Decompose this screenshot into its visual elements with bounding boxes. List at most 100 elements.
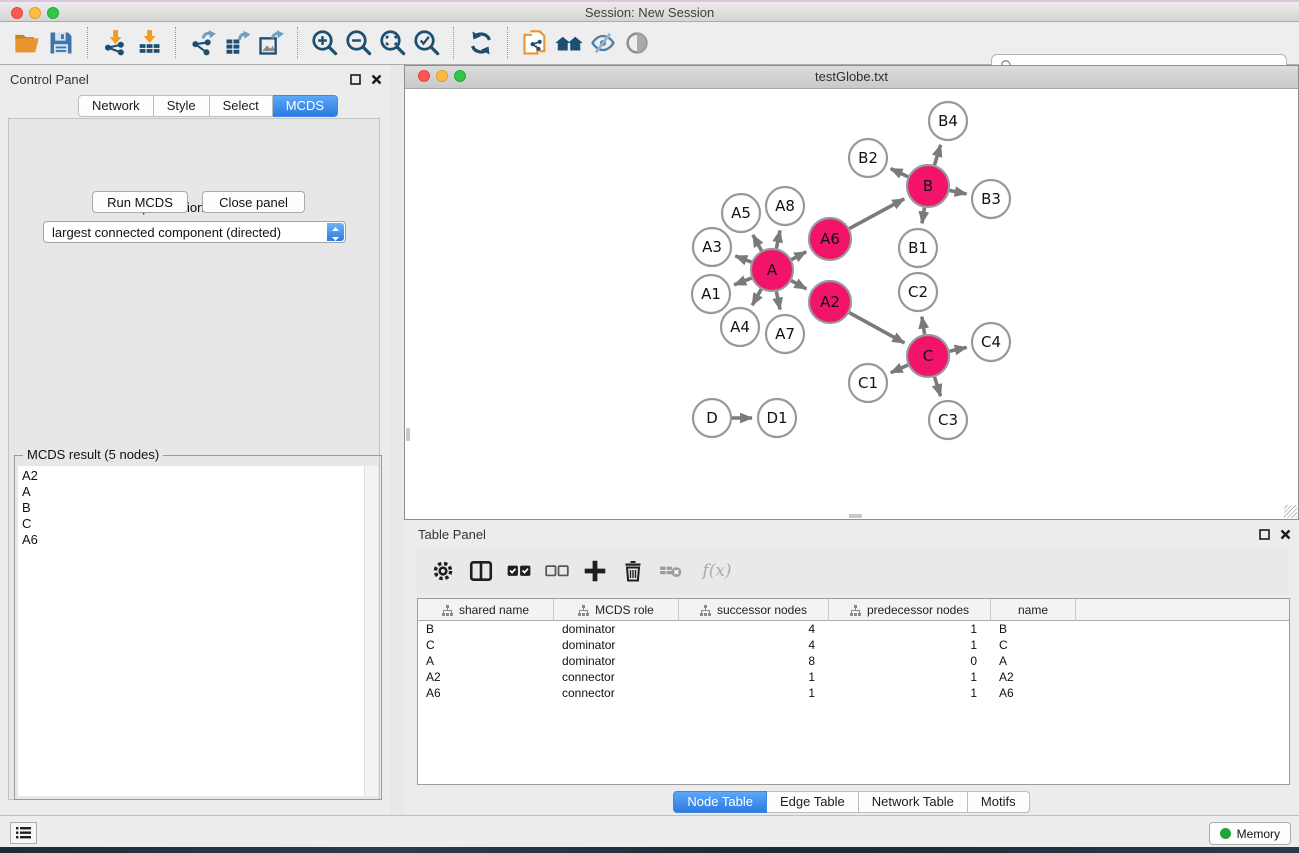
table-cell[interactable]: dominator — [554, 621, 679, 637]
node-A4[interactable]: A4 — [721, 308, 759, 346]
node-C4[interactable]: C4 — [972, 323, 1010, 361]
zoom-fit-icon[interactable] — [376, 26, 410, 60]
column-header-predecessor-nodes[interactable]: predecessor nodes — [829, 599, 991, 621]
table-cell[interactable]: A2 — [991, 669, 1076, 685]
hide-panel-icon[interactable] — [586, 26, 620, 60]
network-graph[interactable]: AA1A2A3A4A5A6A7A8BB1B2B3B4CC1C2C3C4DD1 — [405, 88, 1298, 519]
table-cell[interactable]: 8 — [679, 653, 829, 669]
table-cell[interactable]: 4 — [679, 637, 829, 653]
table-cell[interactable]: A6 — [418, 685, 554, 701]
result-item[interactable]: A — [22, 484, 365, 500]
table-cell[interactable]: 4 — [679, 621, 829, 637]
column-header-name[interactable]: name — [991, 599, 1076, 621]
open-file-icon[interactable] — [10, 26, 44, 60]
home-icon[interactable] — [552, 26, 586, 60]
show-panel-icon[interactable] — [620, 26, 654, 60]
criterion-dropdown[interactable]: largest connected component (directed) — [43, 221, 346, 243]
table-row[interactable]: Adominator80A — [418, 653, 1289, 669]
function-builder-icon[interactable]: f(x) — [693, 555, 741, 587]
table-cell[interactable]: C — [991, 637, 1076, 653]
node-C3[interactable]: C3 — [929, 401, 967, 439]
node-B2[interactable]: B2 — [849, 139, 887, 177]
node-A6[interactable]: A6 — [809, 218, 851, 260]
table-cell[interactable]: B — [418, 621, 554, 637]
table-cell[interactable]: dominator — [554, 637, 679, 653]
node-C[interactable]: C — [907, 335, 949, 377]
node-A5[interactable]: A5 — [722, 194, 760, 232]
table-cell[interactable]: 1 — [829, 685, 991, 701]
export-network-icon[interactable] — [186, 26, 220, 60]
tab-style[interactable]: Style — [154, 95, 210, 117]
table-tab-network-table[interactable]: Network Table — [859, 791, 968, 813]
table-cell[interactable]: 1 — [829, 637, 991, 653]
table-cell[interactable]: dominator — [554, 653, 679, 669]
zoom-out-icon[interactable] — [342, 26, 376, 60]
close-table-panel-icon[interactable] — [1280, 527, 1291, 545]
save-session-icon[interactable] — [44, 26, 78, 60]
table-row[interactable]: A2connector11A2 — [418, 669, 1289, 685]
tab-network[interactable]: Network — [78, 95, 154, 117]
table-tab-motifs[interactable]: Motifs — [968, 791, 1030, 813]
task-history-button[interactable] — [10, 822, 37, 844]
delete-table-icon[interactable] — [655, 555, 687, 587]
network-window-titlebar[interactable]: testGlobe.txt — [405, 66, 1298, 89]
node-table[interactable]: shared nameMCDS rolesuccessor nodesprede… — [417, 598, 1290, 785]
export-image-icon[interactable] — [254, 26, 288, 60]
import-table-icon[interactable] — [132, 26, 166, 60]
close-panel-button[interactable]: Close panel — [202, 191, 305, 213]
network-canvas[interactable]: AA1A2A3A4A5A6A7A8BB1B2B3B4CC1C2C3C4DD1 — [405, 88, 1298, 519]
node-A8[interactable]: A8 — [766, 187, 804, 225]
result-scrollbar[interactable] — [364, 466, 378, 796]
node-D[interactable]: D — [693, 399, 731, 437]
node-C2[interactable]: C2 — [899, 273, 937, 311]
table-cell[interactable]: 1 — [679, 685, 829, 701]
table-cell[interactable]: connector — [554, 669, 679, 685]
table-row[interactable]: Bdominator41B — [418, 621, 1289, 637]
zoom-in-icon[interactable] — [308, 26, 342, 60]
table-cell[interactable]: A — [991, 653, 1076, 669]
table-row[interactable]: Cdominator41C — [418, 637, 1289, 653]
horizontal-scroll-nub[interactable] — [849, 514, 862, 518]
table-row[interactable]: A6connector11A6 — [418, 685, 1289, 701]
deselect-all-icon[interactable] — [541, 555, 573, 587]
export-table-icon[interactable] — [220, 26, 254, 60]
result-item[interactable]: C — [22, 516, 365, 532]
node-B4[interactable]: B4 — [929, 102, 967, 140]
settings-gear-icon[interactable] — [427, 555, 459, 587]
new-network-icon[interactable] — [518, 26, 552, 60]
table-cell[interactable]: 0 — [829, 653, 991, 669]
mcds-result-list[interactable]: A2ABCA6 — [18, 466, 365, 796]
delete-column-icon[interactable] — [617, 555, 649, 587]
table-cell[interactable]: 1 — [829, 669, 991, 685]
float-panel-icon[interactable] — [350, 72, 361, 90]
column-header-shared-name[interactable]: shared name — [418, 599, 554, 621]
result-item[interactable]: A6 — [22, 532, 365, 548]
table-cell[interactable]: C — [418, 637, 554, 653]
table-tab-edge-table[interactable]: Edge Table — [767, 791, 859, 813]
column-header-successor-nodes[interactable]: successor nodes — [679, 599, 829, 621]
tab-select[interactable]: Select — [210, 95, 273, 117]
table-cell[interactable]: A6 — [991, 685, 1076, 701]
select-all-icon[interactable] — [503, 555, 535, 587]
result-item[interactable]: B — [22, 500, 365, 516]
run-mcds-button[interactable]: Run MCDS — [92, 191, 188, 213]
float-table-panel-icon[interactable] — [1259, 527, 1270, 545]
table-tab-node-table[interactable]: Node Table — [673, 791, 767, 813]
vertical-scroll-nub[interactable] — [406, 428, 410, 441]
table-cell[interactable]: 1 — [679, 669, 829, 685]
column-view-icon[interactable] — [465, 555, 497, 587]
node-B1[interactable]: B1 — [899, 229, 937, 267]
node-C1[interactable]: C1 — [849, 364, 887, 402]
node-B[interactable]: B — [907, 165, 949, 207]
table-cell[interactable]: A — [418, 653, 554, 669]
node-A7[interactable]: A7 — [766, 315, 804, 353]
column-header-MCDS-role[interactable]: MCDS role — [554, 599, 679, 621]
node-B3[interactable]: B3 — [972, 180, 1010, 218]
node-D1[interactable]: D1 — [758, 399, 796, 437]
node-A1[interactable]: A1 — [692, 275, 730, 313]
zoom-selected-icon[interactable] — [410, 26, 444, 60]
close-panel-icon[interactable] — [371, 72, 382, 90]
table-cell[interactable]: A2 — [418, 669, 554, 685]
import-network-icon[interactable] — [98, 26, 132, 60]
refresh-icon[interactable] — [464, 26, 498, 60]
